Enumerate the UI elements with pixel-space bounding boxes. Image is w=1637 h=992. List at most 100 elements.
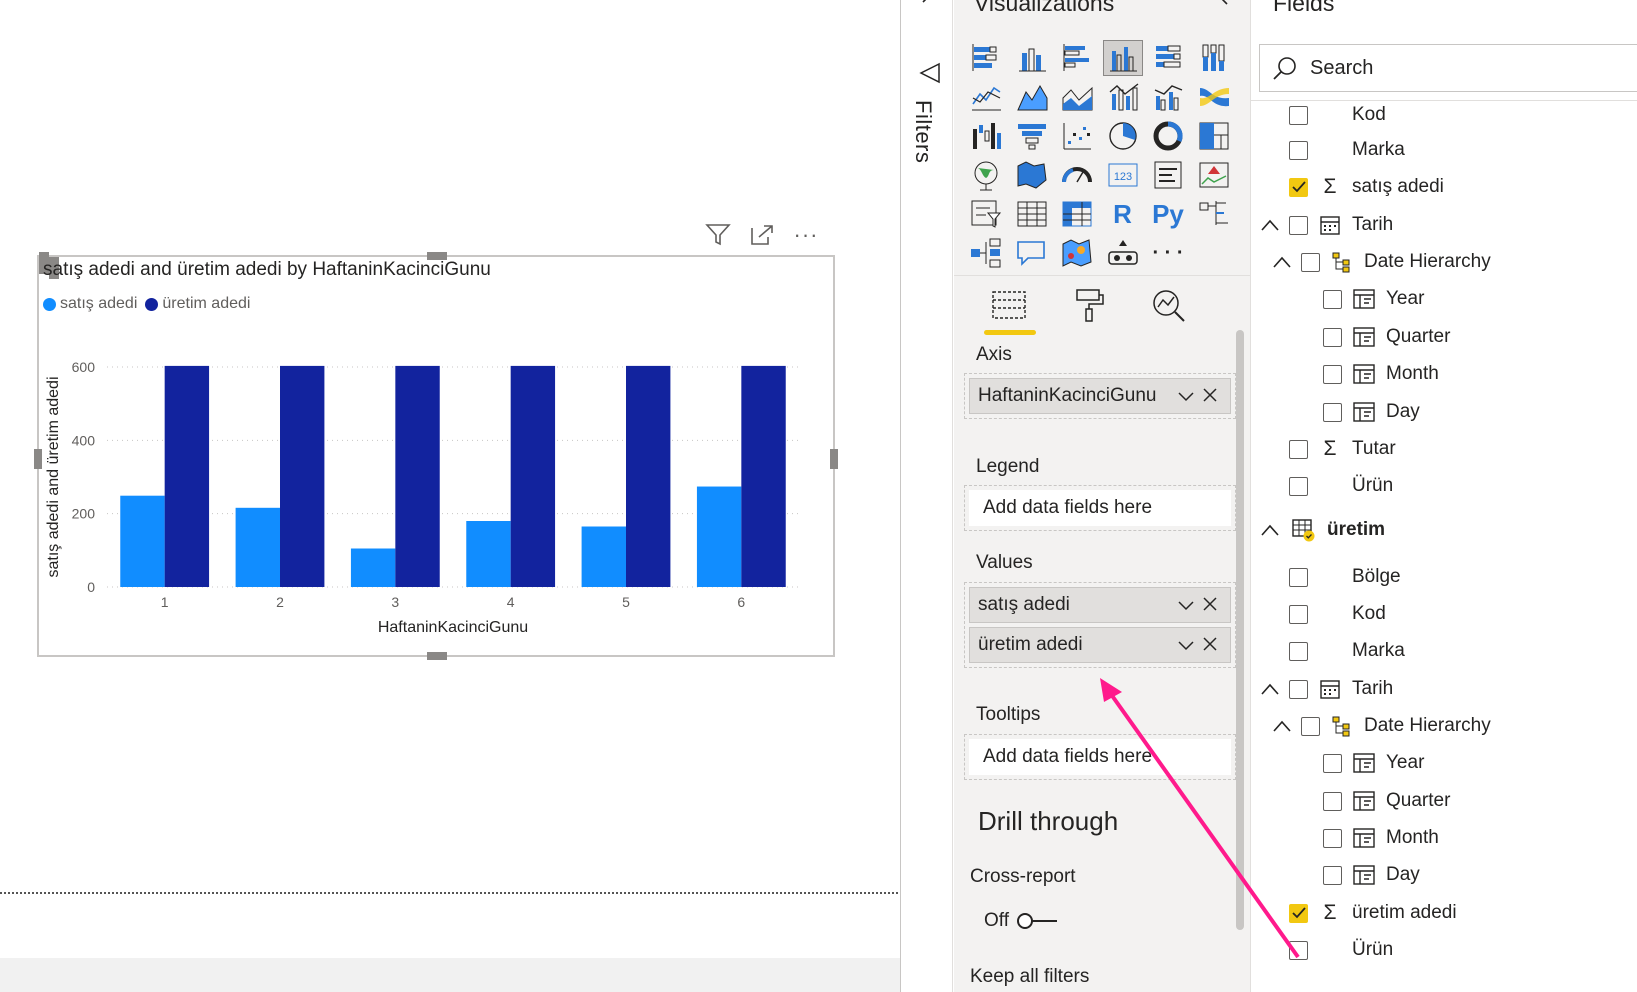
field-checkbox[interactable]	[1323, 753, 1342, 773]
field-checkbox[interactable]	[1289, 105, 1308, 125]
field-row[interactable]: Day	[1323, 860, 1420, 890]
field-row[interactable]: Marka	[1289, 135, 1405, 165]
field-checkbox[interactable]	[1323, 791, 1342, 811]
close-icon[interactable]	[1198, 595, 1222, 616]
field-row[interactable]: Σsatış adedi	[1289, 172, 1444, 202]
slicer-icon[interactable]	[966, 196, 1006, 232]
chevron-down-icon[interactable]	[1174, 386, 1198, 407]
values-well[interactable]: satış adedi üretim adedi	[964, 582, 1236, 668]
table-icon[interactable]	[1012, 196, 1052, 232]
chevron-left-icon[interactable]	[917, 0, 937, 14]
chevron-up-icon[interactable]	[1259, 524, 1281, 536]
field-row[interactable]: Ürün	[1289, 471, 1393, 501]
field-row[interactable]: Year	[1323, 284, 1424, 314]
field-checkbox[interactable]	[1289, 641, 1308, 661]
field-row[interactable]: Year	[1323, 748, 1424, 778]
ribbon-chart-icon[interactable]	[1194, 79, 1234, 115]
qa-icon[interactable]	[1012, 235, 1052, 271]
field-row[interactable]: Quarter	[1323, 786, 1450, 816]
paginated-report-icon[interactable]	[1103, 235, 1143, 271]
legend-well[interactable]: Add data fields here	[964, 485, 1236, 531]
focus-mode-icon[interactable]	[747, 220, 777, 250]
r-visual-icon[interactable]: R	[1103, 196, 1143, 232]
field-checkbox[interactable]	[1323, 828, 1342, 848]
cross-report-toggle[interactable]: Off	[984, 910, 1061, 932]
analytics-tab-icon[interactable]	[1144, 285, 1194, 325]
values-field-pill[interactable]: satış adedi	[969, 587, 1231, 623]
scatter-chart-icon[interactable]	[1057, 118, 1097, 154]
format-tab-icon[interactable]	[1064, 285, 1114, 325]
treemap-icon[interactable]	[1194, 118, 1234, 154]
field-row[interactable]: Month	[1323, 359, 1439, 389]
field-checkbox[interactable]	[1323, 402, 1342, 422]
field-row[interactable]: Kod	[1289, 100, 1386, 130]
field-checkbox[interactable]	[1301, 252, 1320, 272]
field-checkbox[interactable]	[1289, 140, 1308, 160]
field-checkbox[interactable]	[1289, 679, 1308, 699]
card-icon[interactable]: 123	[1103, 157, 1143, 193]
python-visual-icon[interactable]: Py	[1148, 196, 1188, 232]
axis-well[interactable]: HaftaninKacinciGunu	[964, 373, 1236, 419]
field-row[interactable]: Day	[1323, 397, 1420, 427]
line-and-clustered-column-icon[interactable]	[1148, 79, 1188, 115]
field-checkbox[interactable]	[1323, 364, 1342, 384]
legend-item-uretim[interactable]: üretim adedi	[145, 295, 250, 313]
fields-search-input[interactable]: Search	[1259, 44, 1637, 92]
toggle-switch-icon[interactable]	[1015, 911, 1061, 931]
field-checkbox[interactable]	[1289, 476, 1308, 496]
axis-field-pill[interactable]: HaftaninKacinciGunu	[969, 378, 1231, 414]
field-row[interactable]: Date Hierarchy	[1271, 711, 1491, 741]
chevron-down-icon[interactable]	[1174, 635, 1198, 656]
gauge-icon[interactable]	[1057, 157, 1097, 193]
filters-label[interactable]: Filters	[910, 100, 936, 163]
field-row[interactable]: Tarih	[1259, 210, 1393, 240]
line-chart-icon[interactable]	[966, 79, 1006, 115]
field-row[interactable]: Ürün	[1289, 935, 1393, 965]
chevron-down-icon[interactable]	[1174, 595, 1198, 616]
field-checkbox[interactable]	[1289, 604, 1308, 624]
field-row[interactable]: Σüretim adedi	[1289, 898, 1457, 928]
field-row[interactable]: Σ Tutar	[1289, 434, 1396, 464]
report-canvas[interactable]: ··· satış adedi and üretim adedi by Haft…	[0, 0, 900, 992]
chevron-up-icon[interactable]	[1271, 720, 1293, 732]
field-row[interactable]: üretim	[1259, 515, 1385, 545]
field-checkbox[interactable]	[1289, 567, 1308, 587]
resize-handle-bottom[interactable]	[427, 652, 447, 660]
field-row[interactable]: Month	[1323, 823, 1439, 853]
field-checkbox[interactable]	[1289, 177, 1308, 197]
tooltips-well[interactable]: Add data fields here	[964, 734, 1236, 780]
close-icon[interactable]	[1198, 635, 1222, 656]
multi-row-card-icon[interactable]	[1148, 157, 1188, 193]
field-row[interactable]: Kod	[1289, 599, 1386, 629]
field-checkbox[interactable]	[1323, 289, 1342, 309]
chevron-right-icon[interactable]	[1216, 0, 1232, 12]
key-influencers-icon[interactable]	[1194, 196, 1234, 232]
area-chart-icon[interactable]	[1012, 79, 1052, 115]
more-options-icon[interactable]: ···	[791, 220, 821, 250]
chevron-up-icon[interactable]	[1271, 256, 1293, 268]
waterfall-chart-icon[interactable]	[966, 118, 1006, 154]
close-icon[interactable]	[1198, 386, 1222, 407]
field-row[interactable]: Quarter	[1323, 322, 1450, 352]
chevron-up-icon[interactable]	[1259, 219, 1281, 231]
matrix-icon[interactable]	[1057, 196, 1097, 232]
funnel-icon[interactable]	[1012, 118, 1052, 154]
filled-map-icon[interactable]	[1012, 157, 1052, 193]
filter-icon[interactable]	[703, 220, 733, 250]
clustered-bar-chart-icon[interactable]	[1057, 40, 1097, 76]
field-row[interactable]: Bölge	[1289, 562, 1401, 592]
stacked-bar-chart-icon[interactable]	[966, 40, 1006, 76]
clustered-column-chart-icon[interactable]	[1102, 40, 1143, 76]
field-checkbox[interactable]	[1289, 439, 1308, 459]
clustered-column-chart-visual[interactable]: satış adedi and üretim adedi by Haftanin…	[34, 252, 838, 660]
line-and-stacked-column-icon[interactable]	[1103, 79, 1143, 115]
field-checkbox[interactable]	[1323, 865, 1342, 885]
legend-item-satis[interactable]: satış adedi	[43, 295, 137, 313]
decomposition-tree-icon[interactable]	[966, 235, 1006, 271]
field-row[interactable]: Date Hierarchy	[1271, 247, 1491, 277]
more-visuals-icon[interactable]: · · ·	[1148, 235, 1188, 271]
donut-chart-icon[interactable]	[1148, 118, 1188, 154]
values-field-pill[interactable]: üretim adedi	[969, 627, 1231, 663]
100-stacked-column-chart-icon[interactable]	[1194, 40, 1234, 76]
kpi-icon[interactable]	[1194, 157, 1234, 193]
